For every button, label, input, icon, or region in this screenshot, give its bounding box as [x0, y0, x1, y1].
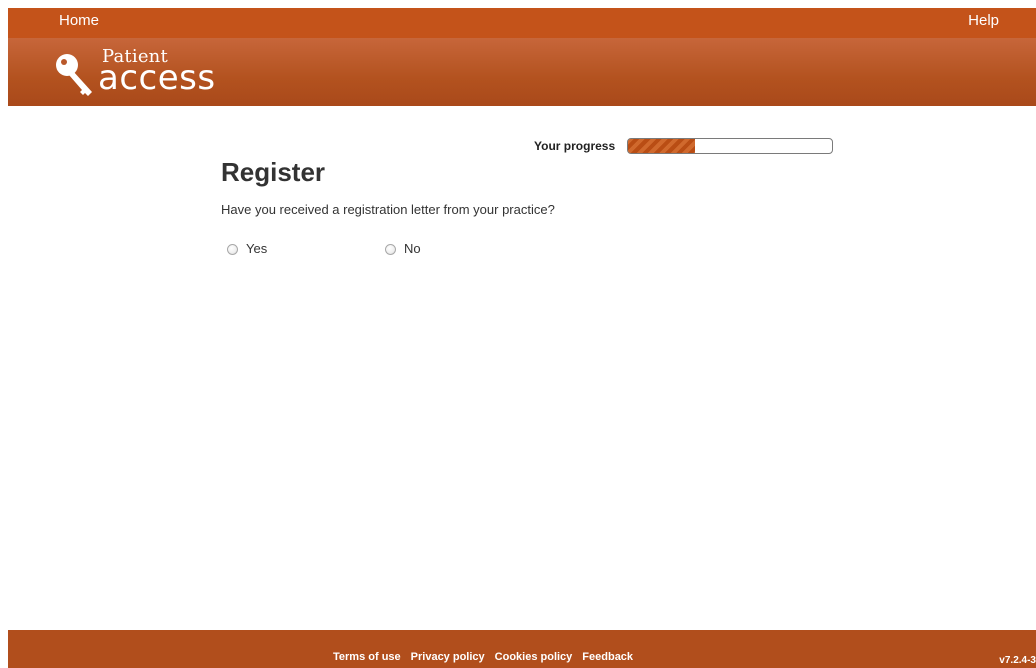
yes-radio[interactable]	[227, 243, 238, 255]
feedback-link[interactable]: Feedback	[582, 650, 633, 664]
privacy-policy-link[interactable]: Privacy policy	[411, 650, 485, 664]
top-nav-bar: Home Help	[8, 8, 1036, 38]
page: Home Help Patient access Your progress R…	[0, 0, 1036, 668]
yes-label: Yes	[246, 241, 268, 256]
home-link[interactable]: Home	[59, 12, 99, 30]
progress-bar-fill	[628, 139, 696, 153]
key-icon	[56, 54, 92, 96]
registration-letter-question: Have you received a registration letter …	[221, 202, 555, 217]
version-label: v7.2.4-3	[999, 655, 1036, 666]
footer-links: Terms of use Privacy policy Cookies poli…	[333, 650, 643, 664]
page-title: Register	[221, 157, 326, 187]
logo-text-access: access	[98, 58, 216, 98]
help-link[interactable]: Help	[968, 12, 999, 30]
footer: Terms of use Privacy policy Cookies poli…	[8, 630, 1036, 668]
cookies-policy-link[interactable]: Cookies policy	[495, 650, 573, 664]
terms-of-use-link[interactable]: Terms of use	[333, 650, 401, 664]
option-no[interactable]: No	[385, 240, 421, 258]
no-radio[interactable]	[385, 243, 396, 255]
progress-indicator: Your progress	[534, 138, 834, 156]
patient-access-logo[interactable]: Patient access	[54, 46, 254, 102]
progress-label: Your progress	[534, 139, 616, 153]
no-label: No	[404, 241, 421, 256]
progress-bar	[627, 138, 833, 154]
header: Patient access	[8, 38, 1036, 106]
option-yes[interactable]: Yes	[227, 240, 267, 258]
